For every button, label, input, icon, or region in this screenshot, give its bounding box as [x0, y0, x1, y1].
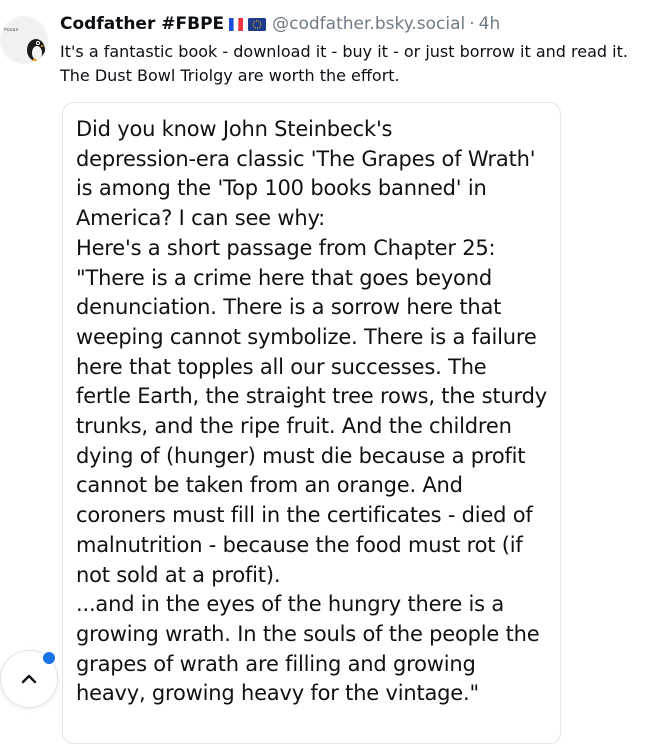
- image-text-line: growing wrath. In the souls of the peopl…: [76, 621, 540, 646]
- image-text-line: Did you know John Steinbeck's: [76, 117, 393, 141]
- chevron-up-icon: [21, 674, 37, 684]
- image-text-line: America? I can see why:: [76, 206, 326, 231]
- post-header: Codfather #FBPE @codfather.bsky.social ·…: [60, 12, 500, 36]
- image-text-line: depression-era classic 'The Grapes of Wr…: [76, 146, 536, 171]
- image-text-line: not sold at a profit).: [76, 562, 281, 587]
- post-body: It's a fantastic book - download it - bu…: [60, 40, 665, 88]
- image-text-line: "There is a crime here that goes beyond: [76, 265, 492, 290]
- image-text-block: Did you know John Steinbeck's depression…: [76, 115, 547, 709]
- author-name[interactable]: Codfather #FBPE: [60, 12, 224, 36]
- svg-text:ᴘᴏᴜᴀᴅ: ᴘᴏᴜᴀᴅ: [4, 27, 19, 33]
- image-text-line: malnutrition - because the food must rot…: [76, 532, 523, 557]
- france-flag-icon: [229, 17, 244, 31]
- post-image[interactable]: Did you know John Steinbeck's depression…: [62, 102, 561, 744]
- image-text-line: denunciation. There is a sorrow here tha…: [76, 295, 502, 320]
- image-text-line: cannot be taken from an orange. And: [76, 473, 463, 498]
- notification-dot: [41, 650, 57, 666]
- image-text-line: coroners must fill in the certificates -…: [76, 503, 533, 528]
- avatar[interactable]: ᴘᴏᴜᴀᴅ: [0, 16, 48, 64]
- post-timestamp[interactable]: 4h: [479, 12, 501, 36]
- penguin-icon: ᴘᴏᴜᴀᴅ: [0, 16, 48, 64]
- post-text-line: The Dust Bowl Triolgy are worth the effo…: [60, 66, 400, 85]
- image-text-line: grapes of wrath are filling and growing: [76, 651, 476, 676]
- image-text-line: weeping cannot symbolize. There is a fai…: [76, 324, 537, 349]
- image-text-line: trunks, and the ripe fruit. And the chil…: [76, 414, 512, 439]
- image-text-line: heavy, growing heavy for the vintage.": [76, 681, 479, 706]
- eu-flag-icon: [248, 17, 267, 31]
- image-text-line: ...and in the eyes of the hungry there i…: [76, 592, 505, 617]
- post-text-line: It's a fantastic book - download it - bu…: [60, 42, 628, 61]
- image-text-line: Here's a short passage from Chapter 25:: [76, 235, 496, 260]
- image-text-line: here that topples all our successes. The: [76, 354, 487, 379]
- image-text-line: is among the 'Top 100 books banned' in: [76, 176, 487, 201]
- image-text-line: dying of (hunger) must die because a pro…: [76, 443, 526, 468]
- image-text-line: fertle Earth, the straight tree rows, th…: [76, 384, 547, 409]
- author-handle[interactable]: @codfather.bsky.social: [272, 12, 465, 36]
- separator-dot: ·: [469, 14, 475, 34]
